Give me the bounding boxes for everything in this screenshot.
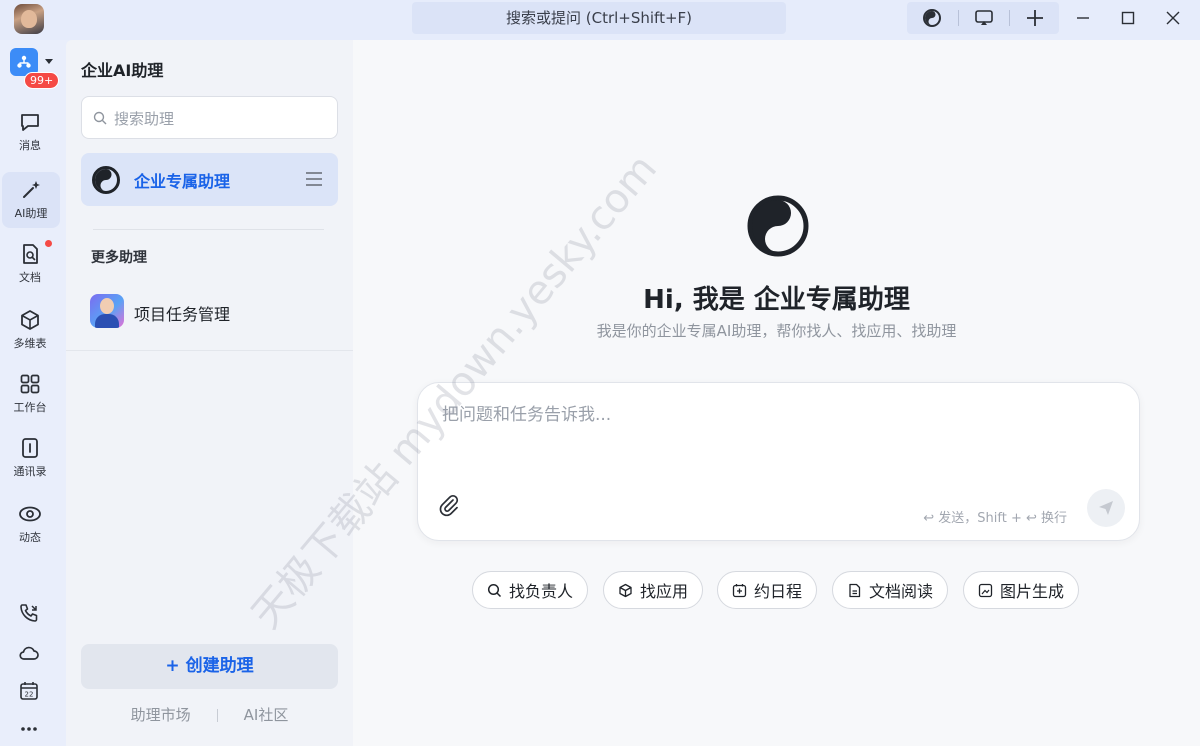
left-nav-rail: 消息 AI助理 文档 多维表 工作台 通讯录 动态 99+ 22 bbox=[0, 40, 66, 746]
maximize-button[interactable] bbox=[1108, 2, 1148, 34]
send-hint: ↩ 发送，Shift + ↩ 换行 bbox=[923, 511, 1067, 526]
send-icon bbox=[1099, 501, 1113, 515]
chip-label: 文档阅读 bbox=[869, 582, 934, 601]
more-assistants-heading: 更多助理 bbox=[91, 250, 147, 266]
ai-community-link[interactable]: AI社区 bbox=[244, 706, 289, 724]
maximize-icon bbox=[1121, 11, 1135, 25]
cloud-button[interactable] bbox=[14, 640, 44, 666]
assistant-market-link[interactable]: 助理市场 bbox=[131, 706, 191, 724]
ai-logo-icon bbox=[92, 166, 120, 194]
base-table-icon bbox=[21, 310, 39, 330]
message-icon bbox=[21, 114, 39, 131]
nav-label: 文档 bbox=[19, 271, 41, 284]
assistant-name: 项目任务管理 bbox=[134, 305, 231, 324]
chip-label: 图片生成 bbox=[1000, 582, 1065, 601]
assistant-search-input[interactable]: 搜索助理 bbox=[81, 96, 338, 139]
chip-schedule[interactable]: 约日程 bbox=[717, 571, 818, 609]
welcome-subtitle: 我是你的企业专属AI助理，帮你找人、找应用、找助理 bbox=[596, 322, 957, 340]
image-icon bbox=[978, 583, 993, 597]
chip-label: 找应用 bbox=[640, 582, 689, 601]
nav-contacts[interactable]: 通讯录 bbox=[0, 430, 60, 486]
assistant-avatar bbox=[90, 294, 124, 328]
title-bar: 搜索或提问 (Ctrl+Shift+F) bbox=[0, 0, 1200, 40]
nav-workplace[interactable]: 工作台 bbox=[0, 366, 60, 422]
search-icon bbox=[93, 111, 107, 125]
more-button[interactable] bbox=[14, 716, 44, 742]
panel-footer-links: 助理市场 AI社区 bbox=[66, 704, 353, 725]
ai-logo-icon bbox=[923, 9, 941, 27]
nav-base[interactable]: 多维表 bbox=[0, 302, 60, 358]
document-icon bbox=[23, 244, 38, 264]
titlebar-tools bbox=[907, 2, 1059, 34]
main-chat-area: Hi, 我是 企业专属助理 我是你的企业专属AI助理，帮你找人、找应用、找助理 … bbox=[353, 40, 1200, 746]
nav-label: 工作台 bbox=[13, 401, 47, 414]
nav-label: 动态 bbox=[19, 531, 41, 544]
chip-doc-reading[interactable]: 文档阅读 bbox=[832, 571, 949, 609]
chip-find-app[interactable]: 找应用 bbox=[603, 571, 704, 609]
assistant-item-active[interactable]: 企业专属助理 bbox=[81, 153, 338, 206]
nav-label: AI助理 bbox=[14, 207, 48, 220]
send-button[interactable] bbox=[1087, 489, 1125, 527]
divider bbox=[66, 350, 353, 351]
nav-ai-assistant[interactable]: AI助理 bbox=[2, 172, 60, 228]
chevron-down-icon bbox=[45, 59, 53, 64]
docs-notification-dot bbox=[45, 240, 52, 247]
ai-sparkle-icon bbox=[23, 181, 40, 198]
user-avatar[interactable] bbox=[14, 4, 44, 34]
chip-label: 约日程 bbox=[754, 582, 803, 601]
plus-icon bbox=[1027, 10, 1043, 26]
calls-button[interactable] bbox=[14, 600, 44, 626]
welcome-title: Hi, 我是 企业专属助理 bbox=[643, 285, 910, 315]
assistant-name: 企业专属助理 bbox=[134, 172, 231, 191]
divider bbox=[93, 229, 324, 230]
workplace-grid-icon bbox=[20, 374, 40, 394]
search-icon bbox=[487, 583, 502, 597]
calendar-button[interactable]: 22 bbox=[14, 678, 44, 704]
new-button[interactable] bbox=[1010, 2, 1060, 34]
contacts-icon bbox=[22, 438, 38, 458]
more-dots-icon bbox=[21, 727, 37, 731]
search-placeholder: 搜索助理 bbox=[114, 110, 175, 128]
panel-title: 企业AI助理 bbox=[81, 61, 164, 80]
close-button[interactable] bbox=[1153, 2, 1193, 34]
calendar-icon: 22 bbox=[20, 682, 38, 700]
document-icon bbox=[849, 583, 861, 597]
minimize-icon bbox=[1077, 17, 1089, 19]
chat-input-box[interactable]: 把问题和任务告诉我... ↩ 发送，Shift + ↩ 换行 bbox=[417, 382, 1140, 541]
global-search-input[interactable]: 搜索或提问 (Ctrl+Shift+F) bbox=[412, 2, 786, 34]
phone-icon bbox=[20, 604, 38, 622]
calendar-add-icon bbox=[732, 583, 747, 597]
ai-assistant-button[interactable] bbox=[907, 2, 957, 34]
close-icon bbox=[1166, 11, 1180, 25]
nav-messages[interactable]: 消息 bbox=[0, 104, 60, 160]
cloud-icon bbox=[19, 646, 39, 660]
menu-icon[interactable] bbox=[305, 171, 323, 187]
screen-share-icon bbox=[975, 10, 993, 25]
attachment-icon[interactable] bbox=[438, 493, 460, 517]
assistant-panel: 企业AI助理 搜索助理 企业专属助理 更多助理 项目任务管理 + 创建助理 助理… bbox=[66, 40, 353, 746]
ai-logo-icon bbox=[747, 195, 809, 257]
create-assistant-button[interactable]: + 创建助理 bbox=[81, 644, 338, 689]
minimize-button[interactable] bbox=[1063, 2, 1103, 34]
screen-share-button[interactable] bbox=[959, 2, 1009, 34]
assistant-item[interactable]: 项目任务管理 bbox=[81, 290, 338, 332]
cube-icon bbox=[619, 583, 632, 597]
nav-label: 消息 bbox=[19, 139, 41, 152]
svg-text:22: 22 bbox=[25, 691, 34, 699]
moments-eye-icon bbox=[19, 506, 41, 522]
chip-find-owner[interactable]: 找负责人 bbox=[472, 571, 589, 609]
chip-label: 找负责人 bbox=[509, 582, 574, 601]
nav-label: 通讯录 bbox=[13, 465, 47, 478]
nav-label: 多维表 bbox=[13, 337, 47, 350]
unread-badge: 99+ bbox=[24, 72, 60, 89]
chip-image-gen[interactable]: 图片生成 bbox=[963, 571, 1080, 609]
chat-input-placeholder: 把问题和任务告诉我... bbox=[442, 405, 612, 425]
nav-moments[interactable]: 动态 bbox=[0, 496, 60, 552]
